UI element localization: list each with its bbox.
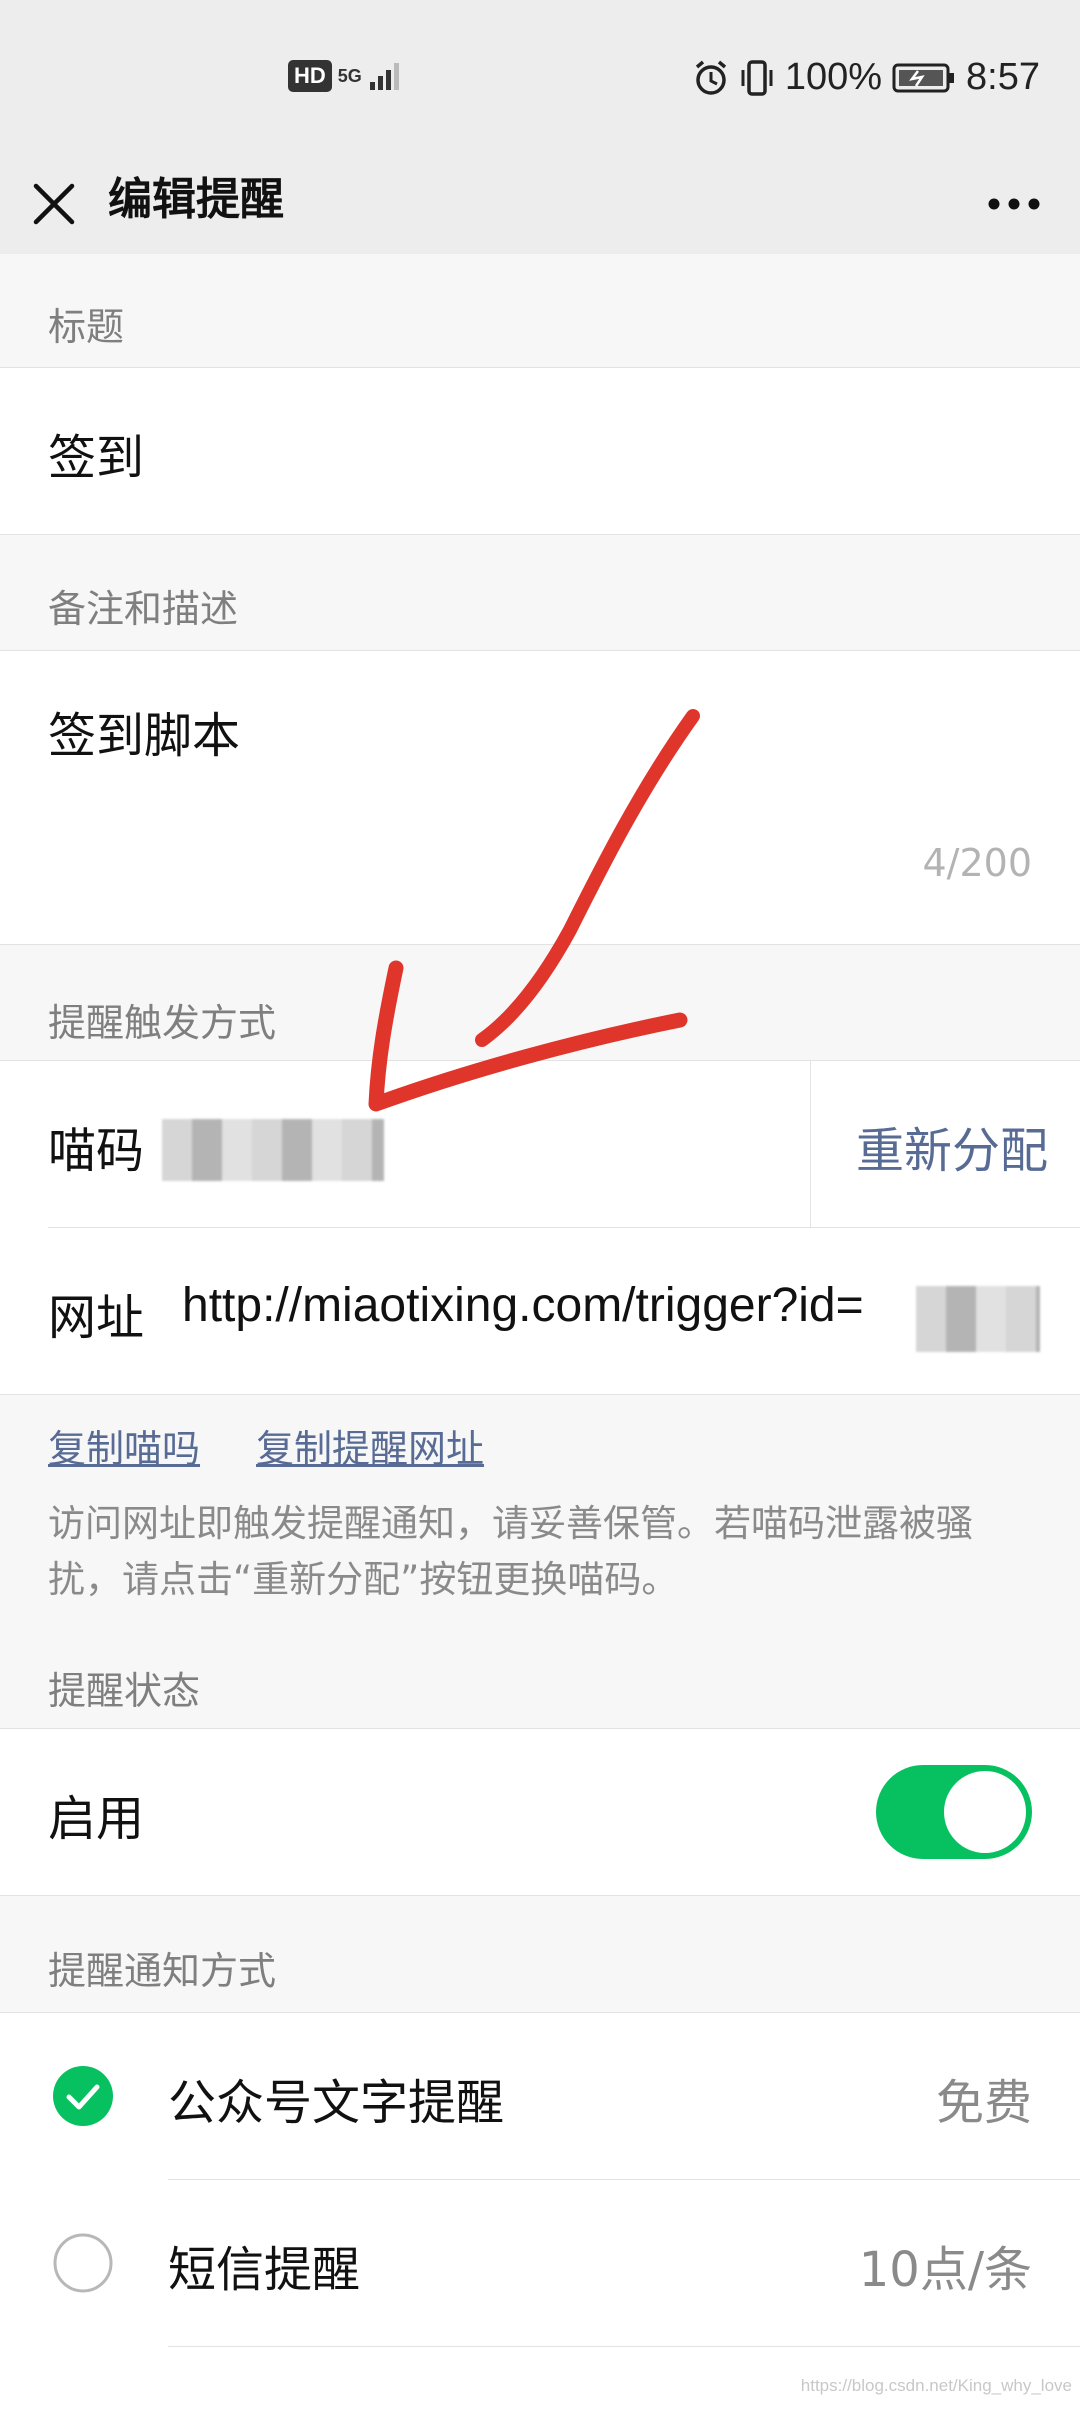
watermark: https://blog.csdn.net/King_why_love	[800, 2376, 1072, 2395]
annotation-arrow	[368, 709, 700, 1112]
